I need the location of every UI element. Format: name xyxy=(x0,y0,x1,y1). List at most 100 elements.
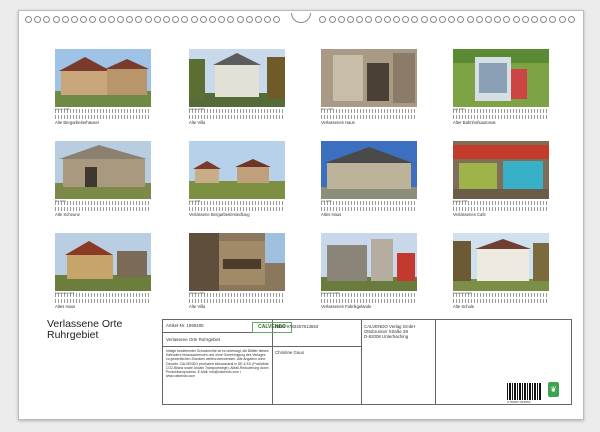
info-table: Artikel-Nr. 1995405 CALVENDO Verlassene … xyxy=(162,319,572,405)
photo-caption: Altes Haus xyxy=(55,304,76,309)
month-photo xyxy=(321,141,417,199)
binding-ring xyxy=(181,16,189,23)
binding-ring xyxy=(475,16,483,23)
calendar-days-row xyxy=(55,201,151,205)
binding-ring xyxy=(43,16,51,23)
month-photo xyxy=(55,141,151,199)
photo-scene xyxy=(321,233,417,291)
month-thumbnail: Oktober 2026 Alte Villa xyxy=(189,233,285,309)
binding-ring xyxy=(383,16,391,23)
calendar-title: Verlassene Orte Ruhrgebiet xyxy=(47,319,147,341)
month-thumbnail: Januar 2026 Alte Bergarbeiterhäuser xyxy=(55,49,151,125)
photo-caption: Alte Villa xyxy=(189,120,206,125)
binding-ring xyxy=(255,16,262,23)
binding-ring xyxy=(393,16,400,23)
calendar-days-row xyxy=(321,299,417,303)
binding-ring xyxy=(172,16,180,23)
calendar-days-row xyxy=(321,109,417,113)
binding-ring xyxy=(52,16,60,23)
photo-caption: Alte Villa xyxy=(189,304,206,309)
binding-ring xyxy=(190,16,198,23)
calendar-days-row xyxy=(189,299,285,303)
month-photo xyxy=(453,49,549,107)
title-line-2: Ruhrgebiet xyxy=(47,329,99,341)
month-thumbnail: August 2026 Verlassenes Cafe xyxy=(453,141,549,217)
binding-ring xyxy=(34,16,42,23)
photo-scene xyxy=(189,141,285,199)
calendar-days-row xyxy=(321,207,417,211)
calendar-days-row xyxy=(453,207,549,211)
month-photo xyxy=(453,233,549,291)
photo-caption: Verlassenes Cafe xyxy=(453,212,486,217)
binding-ring xyxy=(98,16,106,23)
month-label: Juni 2026 xyxy=(189,200,201,203)
calendar-days-row xyxy=(453,115,549,119)
month-thumbnail: März 2026 Verlassenes Haus xyxy=(321,49,417,125)
binding-ring xyxy=(448,16,456,23)
month-label: Februar 2026 xyxy=(189,108,205,111)
photo-scene xyxy=(189,49,285,107)
divider xyxy=(435,320,436,404)
month-label: April 2026 xyxy=(453,108,465,111)
month-photo xyxy=(55,233,151,291)
binding-ring xyxy=(25,16,32,23)
calendar-days-row xyxy=(189,115,285,119)
month-label: Juli 2026 xyxy=(321,200,332,203)
calendar-days-row xyxy=(189,207,285,211)
author: Christine Gaus xyxy=(275,350,305,355)
binding-ring xyxy=(71,16,78,23)
calendar-sheet: Januar 2026 Alte Bergarbeiterhäuser Februa… xyxy=(18,10,584,420)
calendar-days-row xyxy=(321,115,417,119)
binding-ring xyxy=(209,16,216,23)
binding-ring xyxy=(163,16,170,23)
calendar-days-row xyxy=(321,201,417,205)
binding-ring xyxy=(429,16,437,23)
month-label: Oktober 2026 xyxy=(189,292,205,295)
binding-ring xyxy=(503,16,511,23)
month-label: September 2026 xyxy=(55,292,75,295)
month-label: März 2026 xyxy=(321,108,334,111)
binding-ring xyxy=(531,16,538,23)
month-photo xyxy=(453,141,549,199)
isbn: ISBN 9783457813553 xyxy=(275,324,319,329)
binding-ring xyxy=(494,16,502,23)
month-thumbnail: November 2026 Verlassenes Fabrikgelände xyxy=(321,233,417,309)
photo-scene xyxy=(321,49,417,107)
month-thumbnail: April 2026 Alter Bahnhofsautomat xyxy=(453,49,549,125)
binding-ring xyxy=(218,16,226,23)
calendar-days-row xyxy=(55,207,151,211)
calendar-days-row xyxy=(453,299,549,303)
photo-caption: Alte Bergarbeiterhäuser xyxy=(55,120,100,125)
binding-ring xyxy=(245,16,253,23)
barcode xyxy=(507,383,541,400)
photo-caption: Alte Schule xyxy=(453,304,475,309)
month-label: August 2026 xyxy=(453,200,468,203)
month-thumbnail: September 2026 Altes Haus xyxy=(55,233,151,309)
photo-scene xyxy=(189,233,285,291)
binding-ring xyxy=(356,16,364,23)
binding-ring xyxy=(89,16,97,23)
binding-ring xyxy=(144,16,152,23)
divider xyxy=(361,320,362,404)
binding-ring xyxy=(61,16,69,23)
spiral-binding xyxy=(19,13,583,25)
binding-ring xyxy=(117,16,124,23)
photo-scene xyxy=(453,141,549,199)
binding-ring xyxy=(439,16,446,23)
binding-ring xyxy=(558,16,566,23)
month-label: Januar 2026 xyxy=(55,108,70,111)
month-photo xyxy=(55,49,151,107)
calendar-days-row xyxy=(55,115,151,119)
binding-ring xyxy=(319,16,327,23)
binding-ring xyxy=(227,16,235,23)
binding-ring xyxy=(567,16,575,23)
month-thumbnail: Mai 2026 Alte Scheune xyxy=(55,141,151,217)
calendar-days-row xyxy=(55,299,151,303)
photo-scene xyxy=(55,49,151,107)
photo-caption: Altes Haus xyxy=(321,212,342,217)
month-thumbnail: Februar 2026 Alte Villa xyxy=(189,49,285,125)
binding-ring xyxy=(236,16,244,23)
barcode-number: 9 783457 813553 xyxy=(507,400,531,404)
hanger-hook xyxy=(291,13,311,23)
binding-ring xyxy=(411,16,419,23)
